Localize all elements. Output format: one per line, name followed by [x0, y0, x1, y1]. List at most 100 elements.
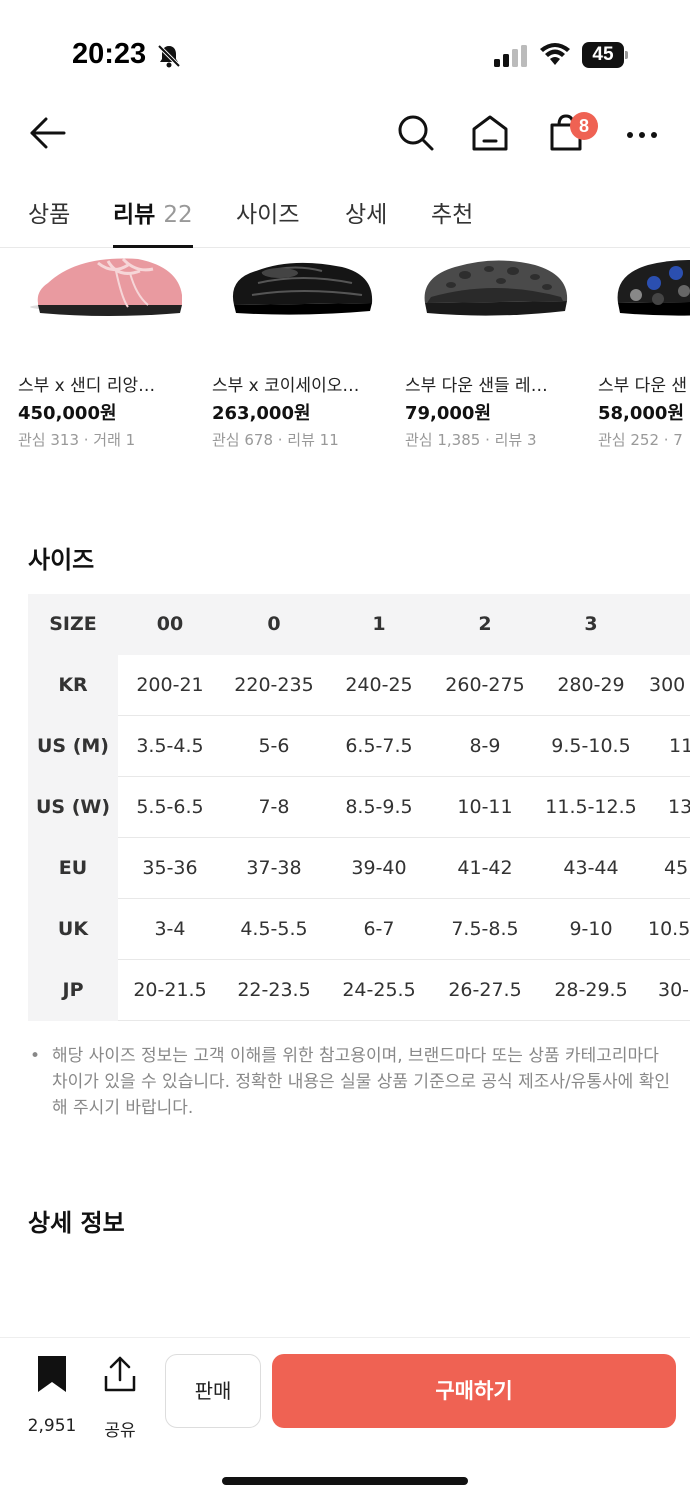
product-meta: 관심 313 · 거래 1: [18, 431, 136, 449]
size-cell: 220-235: [234, 674, 314, 696]
tab-label: 상품: [28, 202, 71, 228]
size-cell: 00: [156, 613, 184, 635]
product-image: [598, 249, 690, 359]
size-cell: 30-: [658, 979, 690, 1001]
status-bar: 20:23 45: [0, 0, 690, 100]
search-icon[interactable]: [396, 113, 436, 157]
size-cell: 11.5-12.5: [545, 796, 637, 818]
bookmark-count: 2,951: [27, 1416, 77, 1436]
product-image: [212, 249, 382, 359]
size-cell: 35-36: [142, 857, 198, 879]
size-cell: 0: [267, 613, 281, 635]
notice-bullet: •: [30, 1046, 41, 1066]
size-cell: 8.5-9.5: [345, 796, 413, 818]
back-arrow-icon[interactable]: [28, 113, 68, 157]
row-label: JP: [28, 960, 118, 1021]
size-cell: 11: [669, 735, 690, 757]
home-indicator: [222, 1477, 468, 1485]
size-cell: 20-21.5: [133, 979, 207, 1001]
product-meta: 관심 252 · 7: [598, 431, 683, 449]
product-name: 스부 다운 샌: [598, 376, 688, 396]
product-price: 450,000원: [18, 403, 117, 424]
product-price: 263,000원: [212, 403, 311, 424]
product-price: 58,000원: [598, 403, 685, 424]
product-meta: 관심 678 · 리뷰 11: [212, 431, 339, 449]
size-cell: 24-25.5: [342, 979, 416, 1001]
size-cell: 3.5-4.5: [136, 735, 204, 757]
more-icon[interactable]: [624, 120, 660, 154]
size-cell: 39-40: [351, 857, 407, 879]
size-cell: 3: [584, 613, 598, 635]
notice-text: 해당 사이즈 정보는 고객 이해를 위한 참고용이며, 브랜드마다 또는 상품 …: [52, 1046, 670, 1118]
home-icon[interactable]: [470, 113, 510, 157]
product-name: 스부 다운 샌들 레…: [405, 376, 548, 396]
size-cell: 26-27.5: [448, 979, 522, 1001]
product-image: [18, 249, 188, 359]
size-cell: 2: [478, 613, 492, 635]
size-cell: 1: [372, 613, 386, 635]
size-section-title: 사이즈: [28, 546, 95, 574]
tab-detail[interactable]: 상세: [345, 195, 387, 248]
row-label: US (M): [28, 716, 118, 777]
status-time: 20:23: [72, 38, 147, 70]
section-tabs: 상품 리뷰 22 사이즈 상세 추천: [0, 180, 690, 248]
tab-recommend[interactable]: 추천: [431, 195, 473, 248]
detail-section-title: 상세 정보: [28, 1209, 125, 1237]
size-cell: 45: [664, 857, 689, 879]
battery-icon: 45: [582, 42, 628, 68]
size-cell: 22-23.5: [237, 979, 311, 1001]
tab-review[interactable]: 리뷰 22: [113, 195, 193, 248]
buy-button[interactable]: 구매하기: [272, 1354, 676, 1428]
size-cell: [646, 594, 690, 655]
size-cell: 43-44: [563, 857, 619, 879]
size-row-us-m: US (M) 3.5-4.5 5-6 6.5-7.5 8-9 9.5-10.5 …: [28, 716, 690, 777]
product-price: 79,000원: [405, 403, 492, 424]
size-cell: 8-9: [469, 735, 501, 757]
bookmark-button[interactable]: 2,951: [20, 1356, 84, 1436]
row-label: US (W): [28, 777, 118, 838]
cart-count-badge: 8: [570, 112, 598, 140]
size-cell: 37-38: [246, 857, 302, 879]
tab-size[interactable]: 사이즈: [236, 195, 299, 248]
size-cell: 9-10: [569, 918, 613, 940]
size-cell: 4.5-5.5: [240, 918, 308, 940]
size-row-us-w: US (W) 5.5-6.5 7-8 8.5-9.5 10-11 11.5-12…: [28, 777, 690, 838]
size-cell: 200-21: [136, 674, 204, 696]
size-cell: 3-4: [154, 918, 186, 940]
size-cell: 280-29: [557, 674, 625, 696]
sell-button[interactable]: 판매: [165, 1354, 261, 1428]
size-row-eu: EU 35-36 37-38 39-40 41-42 43-44 45: [28, 838, 690, 899]
tab-label: 사이즈: [236, 202, 300, 228]
signal-icon: [494, 45, 528, 71]
product-name: 스부 x 샌디 리앙…: [18, 376, 156, 396]
row-label: UK: [28, 899, 118, 960]
row-label: EU: [28, 838, 118, 899]
size-cell: 7.5-8.5: [451, 918, 519, 940]
size-cell: 10-11: [457, 796, 513, 818]
size-table-header: SIZE 00 0 1 2 3: [28, 594, 690, 655]
size-cell: 5.5-6.5: [136, 796, 204, 818]
battery-level: 45: [592, 44, 614, 65]
tab-count: 22: [163, 202, 193, 228]
size-row-jp: JP 20-21.5 22-23.5 24-25.5 26-27.5 28-29…: [28, 960, 690, 1021]
product-name: 스부 x 코이세이오…: [212, 376, 360, 396]
bell-muted-icon: [156, 43, 182, 73]
row-label: KR: [28, 655, 118, 716]
size-cell: 13: [668, 796, 690, 818]
size-cell: 300: [649, 674, 686, 696]
product-image: [405, 249, 575, 359]
tab-label: 추천: [431, 202, 474, 228]
row-label: SIZE: [28, 594, 118, 655]
tab-product[interactable]: 상품: [28, 195, 70, 248]
bookmark-icon: [36, 1356, 68, 1396]
tab-label: 리뷰: [113, 202, 156, 228]
size-cell: 41-42: [457, 857, 513, 879]
size-cell: 28-29.5: [554, 979, 628, 1001]
share-icon: [104, 1356, 136, 1396]
bottom-action-bar: 2,951 공유 판매 구매하기: [0, 1337, 690, 1500]
wifi-icon: [540, 43, 570, 71]
size-cell: 240-25: [345, 674, 413, 696]
size-cell: 6-7: [363, 918, 395, 940]
size-cell: 5-6: [258, 735, 290, 757]
size-row-kr: KR 200-21 220-235 240-25 260-275 280-29 …: [28, 655, 690, 716]
